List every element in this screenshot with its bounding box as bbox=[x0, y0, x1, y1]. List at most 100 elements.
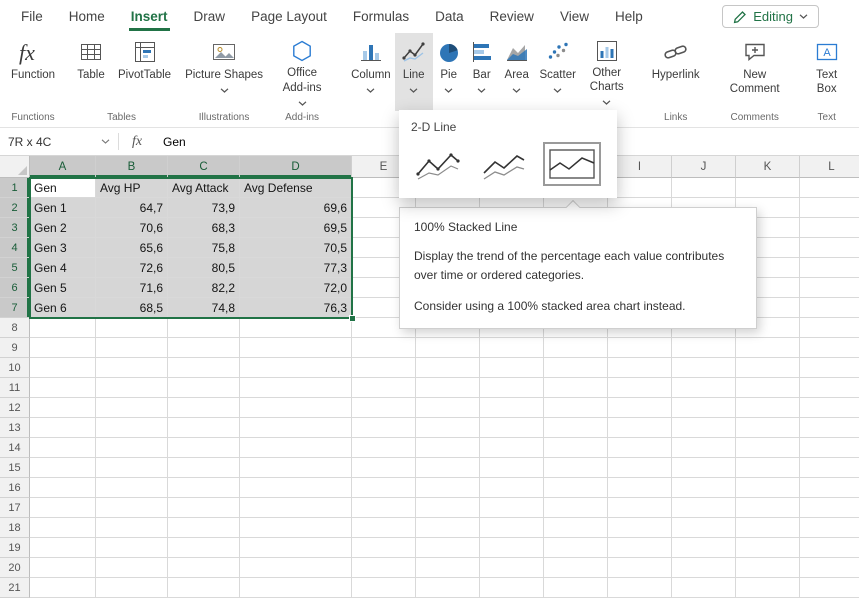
column-header-I[interactable]: I bbox=[608, 156, 672, 178]
cell-L13[interactable] bbox=[800, 418, 859, 438]
row-header-17[interactable]: 17 bbox=[0, 498, 30, 518]
cell-B2[interactable]: 64,7 bbox=[96, 198, 168, 218]
cell-F18[interactable] bbox=[416, 518, 480, 538]
cell-C20[interactable] bbox=[168, 558, 240, 578]
cell-K13[interactable] bbox=[736, 418, 800, 438]
cell-B7[interactable]: 68,5 bbox=[96, 298, 168, 318]
row-header-6[interactable]: 6 bbox=[0, 278, 30, 298]
cell-D16[interactable] bbox=[240, 478, 352, 498]
row-header-11[interactable]: 11 bbox=[0, 378, 30, 398]
cell-D12[interactable] bbox=[240, 398, 352, 418]
cell-A13[interactable] bbox=[30, 418, 96, 438]
cell-A10[interactable] bbox=[30, 358, 96, 378]
menu-tab-data[interactable]: Data bbox=[422, 0, 477, 33]
cell-G19[interactable] bbox=[480, 538, 544, 558]
row-header-18[interactable]: 18 bbox=[0, 518, 30, 538]
option-stacked-line[interactable] bbox=[477, 142, 535, 186]
cell-B4[interactable]: 65,6 bbox=[96, 238, 168, 258]
cell-E14[interactable] bbox=[352, 438, 416, 458]
cell-L17[interactable] bbox=[800, 498, 859, 518]
cell-I15[interactable] bbox=[608, 458, 672, 478]
cell-I9[interactable] bbox=[608, 338, 672, 358]
cell-C1[interactable]: Avg Attack bbox=[168, 178, 240, 198]
menu-tab-page-layout[interactable]: Page Layout bbox=[238, 0, 340, 33]
row-header-1[interactable]: 1 bbox=[0, 178, 30, 198]
cell-L9[interactable] bbox=[800, 338, 859, 358]
row-header-14[interactable]: 14 bbox=[0, 438, 30, 458]
cell-C21[interactable] bbox=[168, 578, 240, 598]
line-chart-button[interactable]: Line bbox=[395, 33, 433, 111]
hyperlink-button[interactable]: Hyperlink bbox=[647, 33, 705, 111]
bar-chart-button[interactable]: Bar bbox=[465, 33, 499, 111]
cell-G10[interactable] bbox=[480, 358, 544, 378]
select-all-corner[interactable] bbox=[0, 156, 30, 178]
cell-A11[interactable] bbox=[30, 378, 96, 398]
cell-J11[interactable] bbox=[672, 378, 736, 398]
office-addins-button[interactable]: Office Add-ins bbox=[273, 33, 331, 111]
cell-B8[interactable] bbox=[96, 318, 168, 338]
cell-H14[interactable] bbox=[544, 438, 608, 458]
cell-I14[interactable] bbox=[608, 438, 672, 458]
cell-L10[interactable] bbox=[800, 358, 859, 378]
cell-F13[interactable] bbox=[416, 418, 480, 438]
cell-F14[interactable] bbox=[416, 438, 480, 458]
cell-H15[interactable] bbox=[544, 458, 608, 478]
row-header-10[interactable]: 10 bbox=[0, 358, 30, 378]
name-box[interactable]: 7R x 4C bbox=[0, 128, 118, 155]
row-header-13[interactable]: 13 bbox=[0, 418, 30, 438]
cell-H16[interactable] bbox=[544, 478, 608, 498]
cell-B12[interactable] bbox=[96, 398, 168, 418]
cell-D11[interactable] bbox=[240, 378, 352, 398]
cell-G15[interactable] bbox=[480, 458, 544, 478]
cell-J15[interactable] bbox=[672, 458, 736, 478]
cell-J17[interactable] bbox=[672, 498, 736, 518]
row-header-8[interactable]: 8 bbox=[0, 318, 30, 338]
cell-E12[interactable] bbox=[352, 398, 416, 418]
row-header-5[interactable]: 5 bbox=[0, 258, 30, 278]
cell-L7[interactable] bbox=[800, 298, 859, 318]
cell-L14[interactable] bbox=[800, 438, 859, 458]
cell-L11[interactable] bbox=[800, 378, 859, 398]
cell-G12[interactable] bbox=[480, 398, 544, 418]
cell-C17[interactable] bbox=[168, 498, 240, 518]
cell-I18[interactable] bbox=[608, 518, 672, 538]
cell-J10[interactable] bbox=[672, 358, 736, 378]
cell-C5[interactable]: 80,5 bbox=[168, 258, 240, 278]
menu-tab-draw[interactable]: Draw bbox=[181, 0, 239, 33]
cell-D2[interactable]: 69,6 bbox=[240, 198, 352, 218]
cell-J18[interactable] bbox=[672, 518, 736, 538]
column-header-C[interactable]: C bbox=[168, 156, 240, 178]
cell-C9[interactable] bbox=[168, 338, 240, 358]
cell-C15[interactable] bbox=[168, 458, 240, 478]
cell-D1[interactable]: Avg Defense bbox=[240, 178, 352, 198]
selection-fill-handle[interactable] bbox=[349, 315, 356, 322]
cell-D4[interactable]: 70,5 bbox=[240, 238, 352, 258]
row-header-12[interactable]: 12 bbox=[0, 398, 30, 418]
cell-C3[interactable]: 68,3 bbox=[168, 218, 240, 238]
column-header-K[interactable]: K bbox=[736, 156, 800, 178]
cell-C4[interactable]: 75,8 bbox=[168, 238, 240, 258]
cell-F16[interactable] bbox=[416, 478, 480, 498]
cell-D13[interactable] bbox=[240, 418, 352, 438]
cell-C18[interactable] bbox=[168, 518, 240, 538]
cell-I12[interactable] bbox=[608, 398, 672, 418]
new-comment-button[interactable]: New Comment bbox=[727, 33, 783, 111]
cell-L16[interactable] bbox=[800, 478, 859, 498]
cell-C11[interactable] bbox=[168, 378, 240, 398]
cell-J21[interactable] bbox=[672, 578, 736, 598]
cell-A4[interactable]: Gen 3 bbox=[30, 238, 96, 258]
row-header-2[interactable]: 2 bbox=[0, 198, 30, 218]
cell-J16[interactable] bbox=[672, 478, 736, 498]
cell-F19[interactable] bbox=[416, 538, 480, 558]
cell-C8[interactable] bbox=[168, 318, 240, 338]
cell-F10[interactable] bbox=[416, 358, 480, 378]
cell-I16[interactable] bbox=[608, 478, 672, 498]
cell-F20[interactable] bbox=[416, 558, 480, 578]
cell-G14[interactable] bbox=[480, 438, 544, 458]
cell-L6[interactable] bbox=[800, 278, 859, 298]
cell-E20[interactable] bbox=[352, 558, 416, 578]
cell-C6[interactable]: 82,2 bbox=[168, 278, 240, 298]
menu-tab-insert[interactable]: Insert bbox=[118, 0, 181, 33]
cell-D20[interactable] bbox=[240, 558, 352, 578]
insert-function-fx-icon[interactable]: fx bbox=[119, 128, 155, 155]
